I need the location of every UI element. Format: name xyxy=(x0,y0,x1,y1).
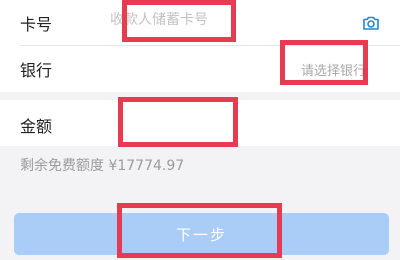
bank-select[interactable]: 请选择银行 xyxy=(301,60,366,79)
camera-icon[interactable] xyxy=(361,13,381,33)
next-button[interactable]: 下一步 xyxy=(14,213,389,255)
card-number-label: 卡号 xyxy=(20,15,53,34)
bank-row[interactable]: 银行 请选择银行 xyxy=(0,46,400,92)
amount-row: 金额 xyxy=(0,100,400,146)
free-quota-text: 剩余免费额度 ¥17774.97 xyxy=(20,158,185,174)
card-bank-panel: 卡号 银行 请选择银行 xyxy=(0,0,400,92)
amount-label: 金额 xyxy=(20,117,53,136)
amount-input[interactable] xyxy=(110,112,380,130)
card-number-row: 卡号 xyxy=(0,0,400,46)
bank-label: 银行 xyxy=(20,61,53,80)
card-number-input[interactable] xyxy=(110,12,355,28)
